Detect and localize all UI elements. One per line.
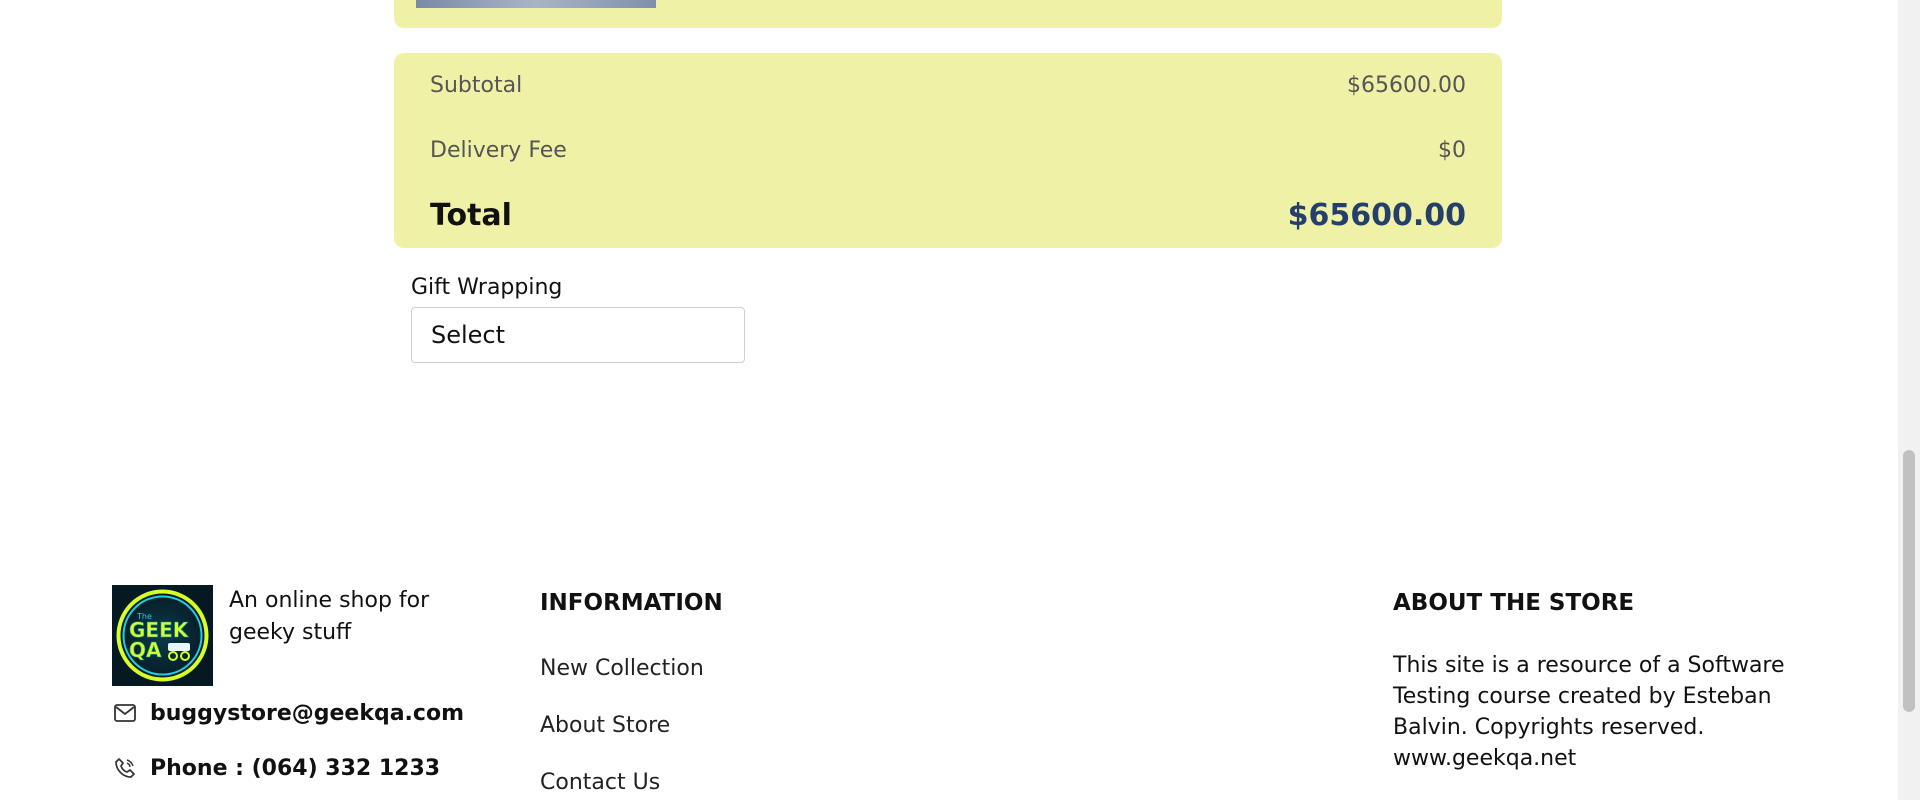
mail-icon: [112, 700, 138, 726]
footer-email[interactable]: buggystore@geekqa.com: [112, 700, 464, 726]
logo-qa-text: QA: [129, 638, 162, 662]
gift-wrapping-select[interactable]: Select: [411, 307, 745, 363]
total-label: Total: [430, 197, 512, 233]
gift-wrapping-label: Gift Wrapping: [411, 275, 563, 300]
total-value: $65600.00: [1287, 197, 1466, 233]
footer-link-about-store[interactable]: About Store: [540, 713, 670, 738]
about-store-heading: ABOUT THE STORE: [1393, 590, 1635, 616]
information-heading: INFORMATION: [540, 590, 723, 616]
subtotal-label: Subtotal: [430, 72, 523, 98]
scrollbar-thumb[interactable]: [1903, 450, 1915, 712]
about-store-text: This site is a resource of a Software Te…: [1393, 653, 1785, 771]
total-row: Total $65600.00: [430, 193, 1466, 237]
subtotal-row: Subtotal $65600.00: [430, 67, 1466, 103]
geek-qa-logo-icon: The GEEK QA: [116, 589, 209, 682]
footer-phone[interactable]: Phone : (064) 332 1233: [112, 755, 440, 781]
product-image: [416, 0, 656, 8]
store-logo[interactable]: The GEEK QA: [112, 585, 213, 686]
phone-icon: [112, 755, 138, 781]
footer-phone-text: Phone : (064) 332 1233: [150, 755, 441, 781]
footer-link-new-collection[interactable]: New Collection: [540, 656, 704, 681]
store-tagline: An online shop for geeky stuff: [229, 588, 430, 645]
subtotal-value: $65600.00: [1347, 72, 1466, 98]
delivery-fee-row: Delivery Fee $0: [430, 132, 1466, 168]
footer-link-contact-us[interactable]: Contact Us: [540, 770, 660, 795]
delivery-fee-label: Delivery Fee: [430, 137, 567, 163]
footer-email-text: buggystore@geekqa.com: [150, 700, 464, 726]
delivery-fee-value: $0: [1438, 137, 1466, 163]
order-summary: Subtotal $65600.00 Delivery Fee $0 Total…: [394, 53, 1502, 248]
gift-wrapping-select-value: Select: [431, 321, 506, 349]
